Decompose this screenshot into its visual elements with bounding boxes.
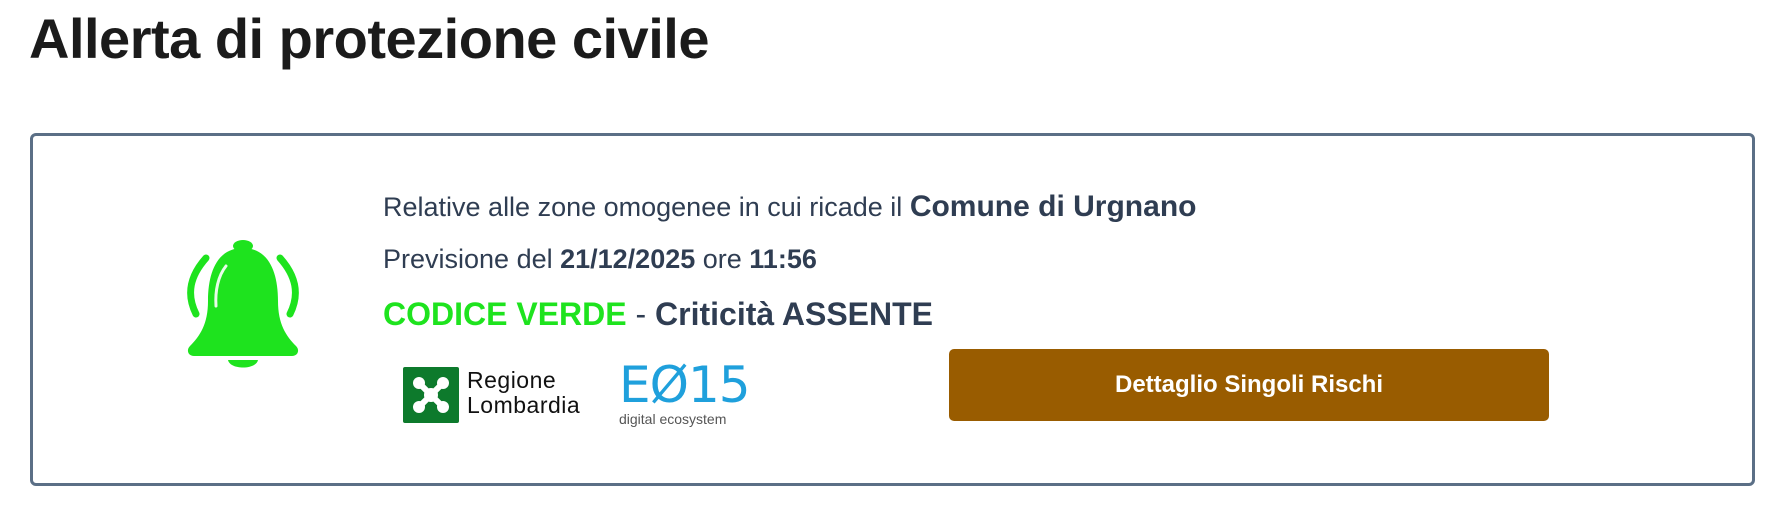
alert-content: Relative alle zone omogenee in cui ricad…: [383, 136, 1752, 483]
lombardia-line2: Lombardia: [467, 392, 581, 418]
forecast-time: 11:56: [749, 244, 817, 274]
bell-icon: [168, 236, 318, 376]
forecast-prefix: Previsione del: [383, 244, 561, 274]
zone-line: Relative alle zone omogenee in cui ricad…: [383, 190, 1196, 224]
lombardia-line1: Regione: [467, 367, 557, 393]
e015-mark: EØ15: [619, 356, 751, 414]
comune-name: Comune di Urgnano: [909, 190, 1197, 223]
zone-prefix: Relative alle zone omogenee in cui ricad…: [383, 192, 910, 222]
alert-code-line: CODICE VERDE - Criticità ASSENTE: [383, 296, 933, 333]
criticality-label: Criticità ASSENTE: [655, 296, 934, 332]
forecast-date: 21/12/2025: [560, 244, 696, 274]
alert-card: Relative alle zone omogenee in cui ricad…: [30, 133, 1755, 486]
e015-subtitle: digital ecosystem: [619, 411, 727, 427]
lombardia-mark-icon: [403, 367, 459, 423]
lombardia-text: Regione Lombardia: [467, 368, 580, 418]
regione-lombardia-logo: Regione Lombardia: [403, 364, 603, 424]
code-separator: -: [626, 296, 656, 332]
page-title: Allerta di protezione civile: [29, 7, 709, 70]
detail-risks-button[interactable]: Dettaglio Singoli Rischi: [949, 349, 1549, 421]
alert-code-label: CODICE VERDE: [383, 296, 627, 332]
forecast-line: Previsione del 21/12/2025 ore 11:56: [383, 244, 817, 275]
e015-logo: EØ15 digital ecosystem: [619, 356, 751, 427]
forecast-time-prefix: ore: [695, 244, 750, 274]
